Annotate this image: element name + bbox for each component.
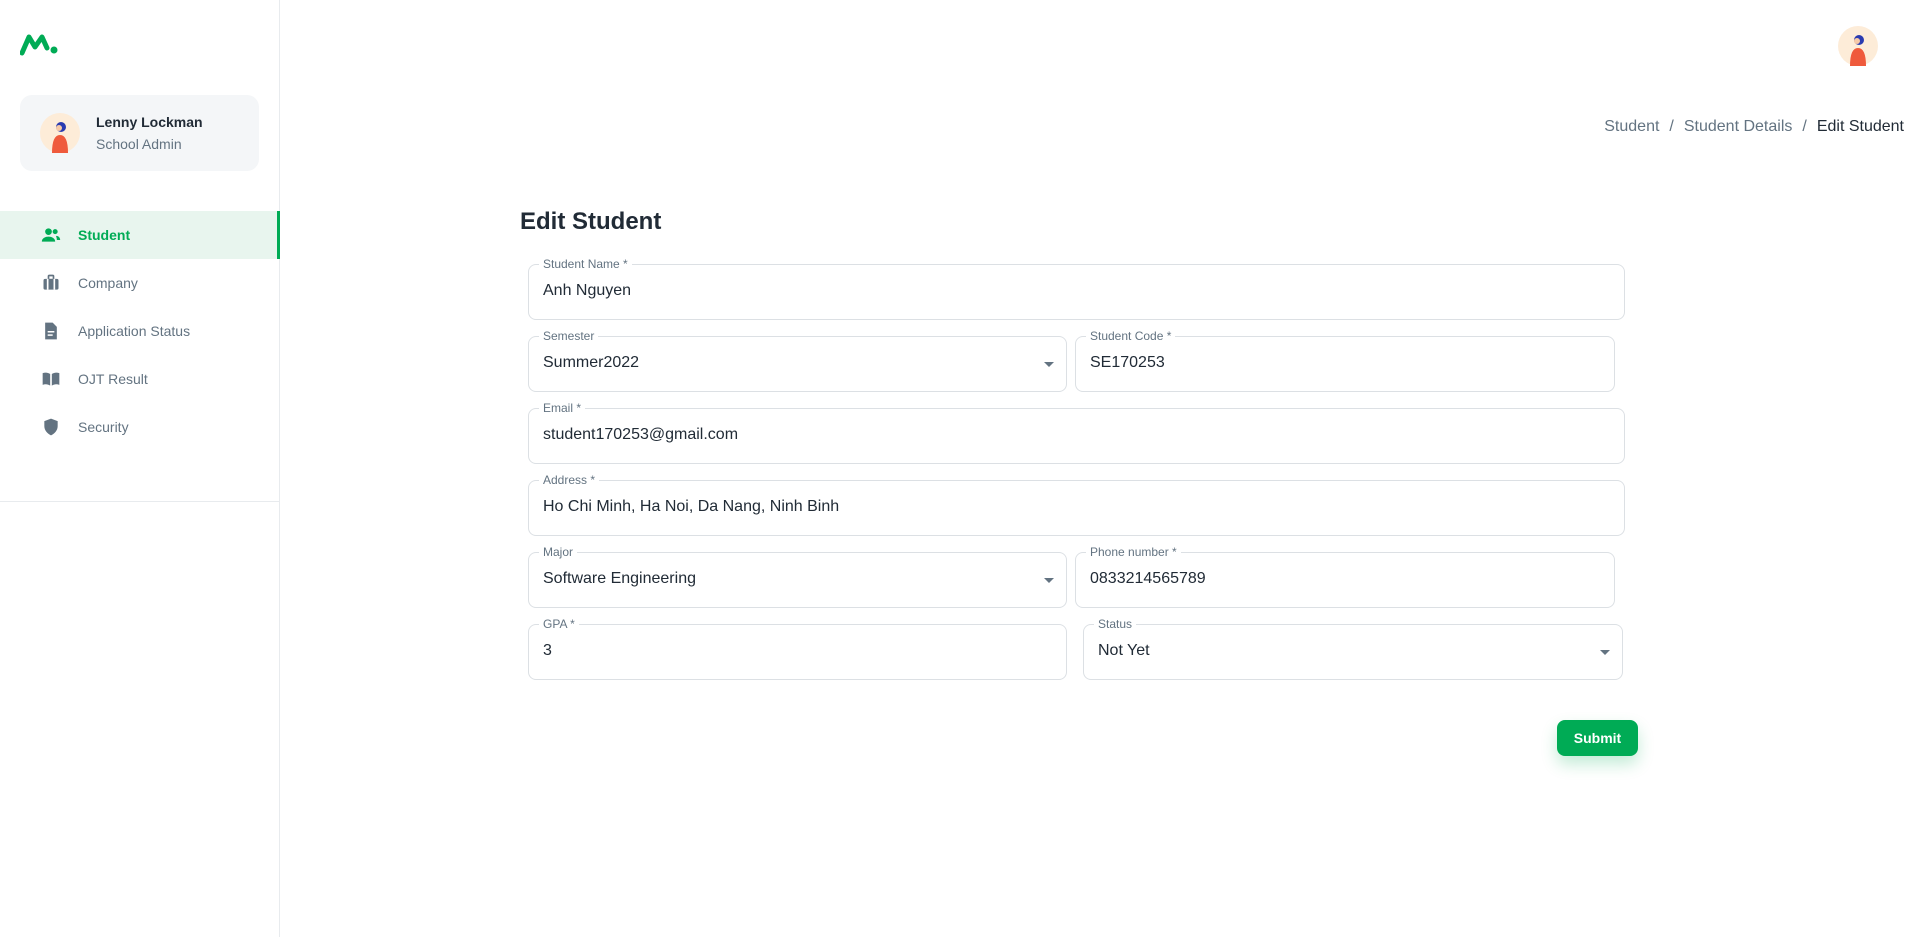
breadcrumb-item-student-details[interactable]: Student Details (1684, 118, 1793, 136)
sidebar-item-label: Security (78, 419, 129, 435)
major-select[interactable]: Major Software Engineering (528, 545, 1067, 608)
sidebar-item-security[interactable]: Security (0, 403, 280, 451)
field-label: Address * (539, 473, 600, 487)
field-value: 0833214565789 (1090, 570, 1206, 587)
account-role: School Admin (96, 136, 182, 152)
sidebar-item-company[interactable]: Company (0, 259, 280, 307)
sidebar-item-application-status[interactable]: Application Status (0, 307, 280, 355)
logo-icon[interactable] (19, 32, 60, 56)
field-label: Major (539, 545, 578, 559)
breadcrumb: Student / Student Details / Edit Student (1604, 118, 1904, 136)
email-field[interactable]: Email * student170253@gmail.com (528, 401, 1625, 464)
shield-icon (40, 416, 62, 438)
sidebar-item-label: Student (78, 227, 131, 243)
sidebar-item-student[interactable]: Student (0, 211, 280, 259)
sidebar-nav: Student Company Application Status OJT R… (0, 211, 280, 451)
book-icon (40, 368, 62, 390)
field-label: Phone number * (1086, 545, 1181, 559)
caret-down-icon (1600, 650, 1610, 655)
field-value: Ho Chi Minh, Ha Noi, Da Nang, Ninh Binh (543, 498, 840, 515)
document-icon (40, 320, 62, 342)
address-field[interactable]: Address * Ho Chi Minh, Ha Noi, Da Nang, … (528, 473, 1625, 536)
field-label: Student Name * (539, 257, 632, 271)
sidebar-item-ojt-result[interactable]: OJT Result (0, 355, 280, 403)
field-label: Status (1094, 617, 1137, 631)
field-value: student170253@gmail.com (543, 426, 739, 443)
status-select[interactable]: Status Not Yet (1083, 617, 1623, 680)
sidebar-item-label: Company (78, 275, 138, 291)
phone-number-field[interactable]: Phone number * 0833214565789 (1075, 545, 1615, 608)
briefcase-icon (40, 272, 62, 294)
sidebar: Lenny Lockman School Admin Student Compa… (0, 0, 280, 937)
breadcrumb-separator: / (1669, 118, 1674, 135)
field-value: 3 (543, 642, 552, 659)
field-label: Email * (539, 401, 586, 415)
sidebar-item-label: Application Status (78, 323, 191, 339)
field-label: Semester (539, 329, 599, 343)
people-icon (40, 224, 62, 246)
submit-button[interactable]: Submit (1557, 720, 1638, 756)
semester-select[interactable]: Semester Summer2022 (528, 329, 1067, 392)
field-value: Not Yet (1098, 642, 1150, 659)
caret-down-icon (1044, 362, 1054, 367)
field-value: Software Engineering (543, 570, 696, 587)
field-value: Anh Nguyen (543, 282, 632, 299)
caret-down-icon (1044, 578, 1054, 583)
avatar-icon[interactable] (1838, 26, 1878, 66)
field-label: Student Code * (1086, 329, 1176, 343)
sidebar-divider (0, 501, 280, 502)
account-name: Lenny Lockman (96, 114, 203, 130)
sidebar-item-label: OJT Result (78, 371, 148, 387)
account-card[interactable]: Lenny Lockman School Admin (20, 95, 259, 171)
student-code-field[interactable]: Student Code * SE170253 (1075, 329, 1615, 392)
field-value: SE170253 (1090, 354, 1165, 371)
breadcrumb-item-student[interactable]: Student (1604, 118, 1659, 136)
page-title: Edit Student (520, 208, 662, 235)
student-name-field[interactable]: Student Name * Anh Nguyen (528, 257, 1625, 320)
breadcrumb-separator: / (1802, 118, 1807, 135)
field-value: Summer2022 (543, 354, 640, 371)
breadcrumb-item-edit-student: Edit Student (1816, 118, 1904, 135)
avatar (40, 113, 80, 153)
field-label: GPA * (539, 617, 579, 631)
gpa-field[interactable]: GPA * 3 (528, 617, 1067, 680)
